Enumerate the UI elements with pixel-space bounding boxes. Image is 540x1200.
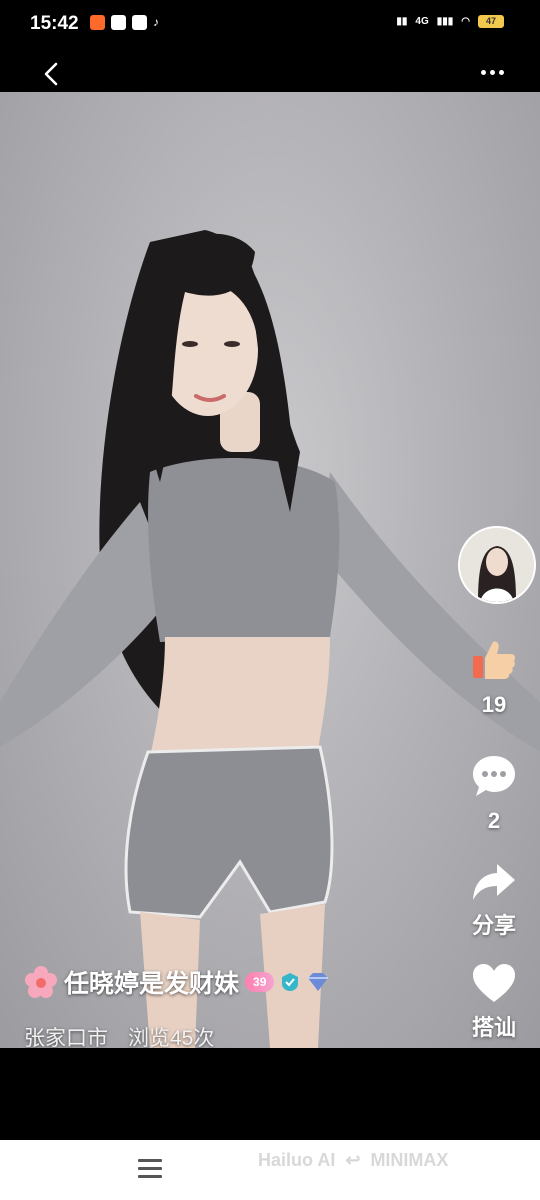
- share-button[interactable]: 分享: [454, 862, 534, 940]
- status-bar: 15:42 ♪ ▮▮ 4G ▮▮▮ ◠ 47: [0, 0, 540, 50]
- menu-icon[interactable]: [137, 1157, 163, 1179]
- watermark-left: Hailuo AI: [258, 1150, 336, 1170]
- share-arrow-icon: [473, 864, 515, 900]
- avatar-image: [460, 528, 534, 602]
- system-icons: ▮▮ 4G ▮▮▮ ◠ 47: [396, 15, 504, 28]
- app-notification-icon: [111, 15, 126, 30]
- post-caption: 任晓婷是发财妹 39: [24, 964, 330, 1000]
- heart-icon: [473, 964, 515, 1002]
- verified-badge-icon: [282, 973, 299, 991]
- signal-icon: ▮▮▮: [436, 15, 454, 27]
- like-count: 19: [481, 692, 507, 717]
- post-meta: 张家口市 浏览45次: [24, 1022, 214, 1052]
- comment-count: 2: [487, 808, 501, 833]
- signal-label: 4G: [415, 15, 429, 27]
- watermark-right: MINIMAX: [370, 1150, 449, 1170]
- author-name[interactable]: 任晓婷是发财妹: [64, 964, 239, 1000]
- greet-button[interactable]: 搭讪: [454, 962, 534, 1042]
- level-badge: 39: [245, 972, 275, 992]
- flower-icon: [25, 966, 57, 998]
- diamond-badge-icon: [308, 973, 329, 991]
- signal-icon: ▮▮: [396, 15, 408, 27]
- notification-icons: ♪: [90, 15, 168, 30]
- comment-button[interactable]: 2: [454, 754, 534, 834]
- comment-bubble-icon: [473, 756, 515, 796]
- battery-indicator: 47: [478, 15, 504, 28]
- greet-label: 搭讪: [471, 1015, 516, 1040]
- like-button[interactable]: 19: [454, 636, 534, 718]
- location-text: 张家口市: [24, 1027, 108, 1050]
- views-text: 浏览45次: [128, 1027, 215, 1050]
- back-arrow-icon[interactable]: [40, 62, 64, 86]
- top-navigation: [0, 50, 540, 92]
- watermark: Hailuo AI ↩ MINIMAX: [258, 1150, 448, 1171]
- app-notification-icon: [90, 15, 105, 30]
- watermark-divider-icon: ↩: [345, 1150, 361, 1170]
- tiktok-icon: ♪: [153, 15, 159, 29]
- app-notification-icon: [132, 15, 147, 30]
- more-options-icon[interactable]: [481, 70, 504, 75]
- status-time: 15:42: [30, 13, 79, 34]
- author-avatar[interactable]: [458, 526, 536, 604]
- share-label: 分享: [471, 913, 516, 938]
- thumbs-up-icon: [473, 641, 515, 679]
- wifi-icon: ◠: [461, 15, 470, 27]
